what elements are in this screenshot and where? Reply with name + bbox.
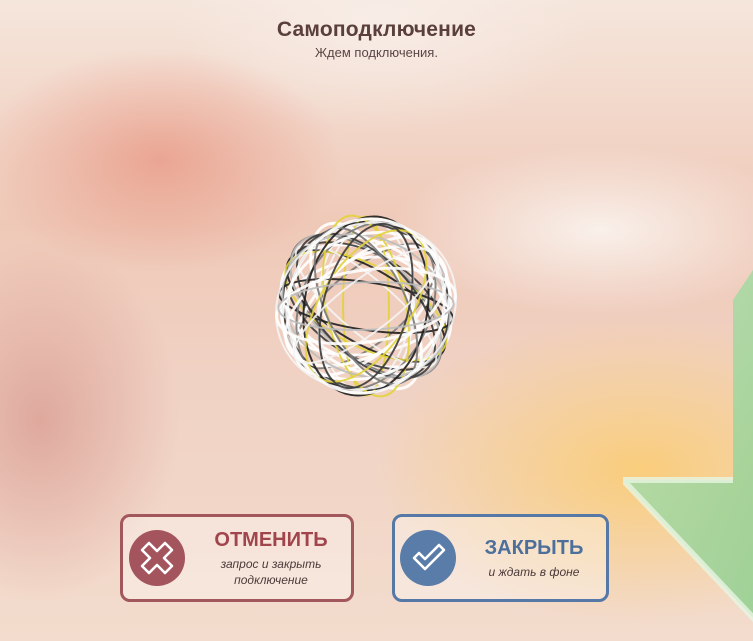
page-title: Самоподключение — [276, 18, 477, 41]
close-button-description: и ждать в фоне — [488, 565, 580, 579]
close-button[interactable]: ЗАКРЫТЬ и ждать в фоне — [392, 514, 609, 602]
status-text: Ждем подключения. — [315, 45, 438, 60]
header: Самоподключение Ждем подключения. — [0, 18, 753, 60]
green-arrow-graphic — [623, 270, 753, 623]
cancel-button-description: запрос и закрыть подключение — [220, 557, 322, 587]
close-button-label: ЗАКРЫТЬ — [484, 537, 584, 559]
x-circle-icon — [129, 530, 185, 586]
wire-sphere-spinner-icon — [275, 214, 457, 398]
cancel-button[interactable]: ОТМЕНИТЬ запрос и закрыть подключение — [120, 514, 354, 602]
check-circle-icon — [400, 530, 456, 586]
cancel-button-label: ОТМЕНИТЬ — [214, 529, 328, 551]
